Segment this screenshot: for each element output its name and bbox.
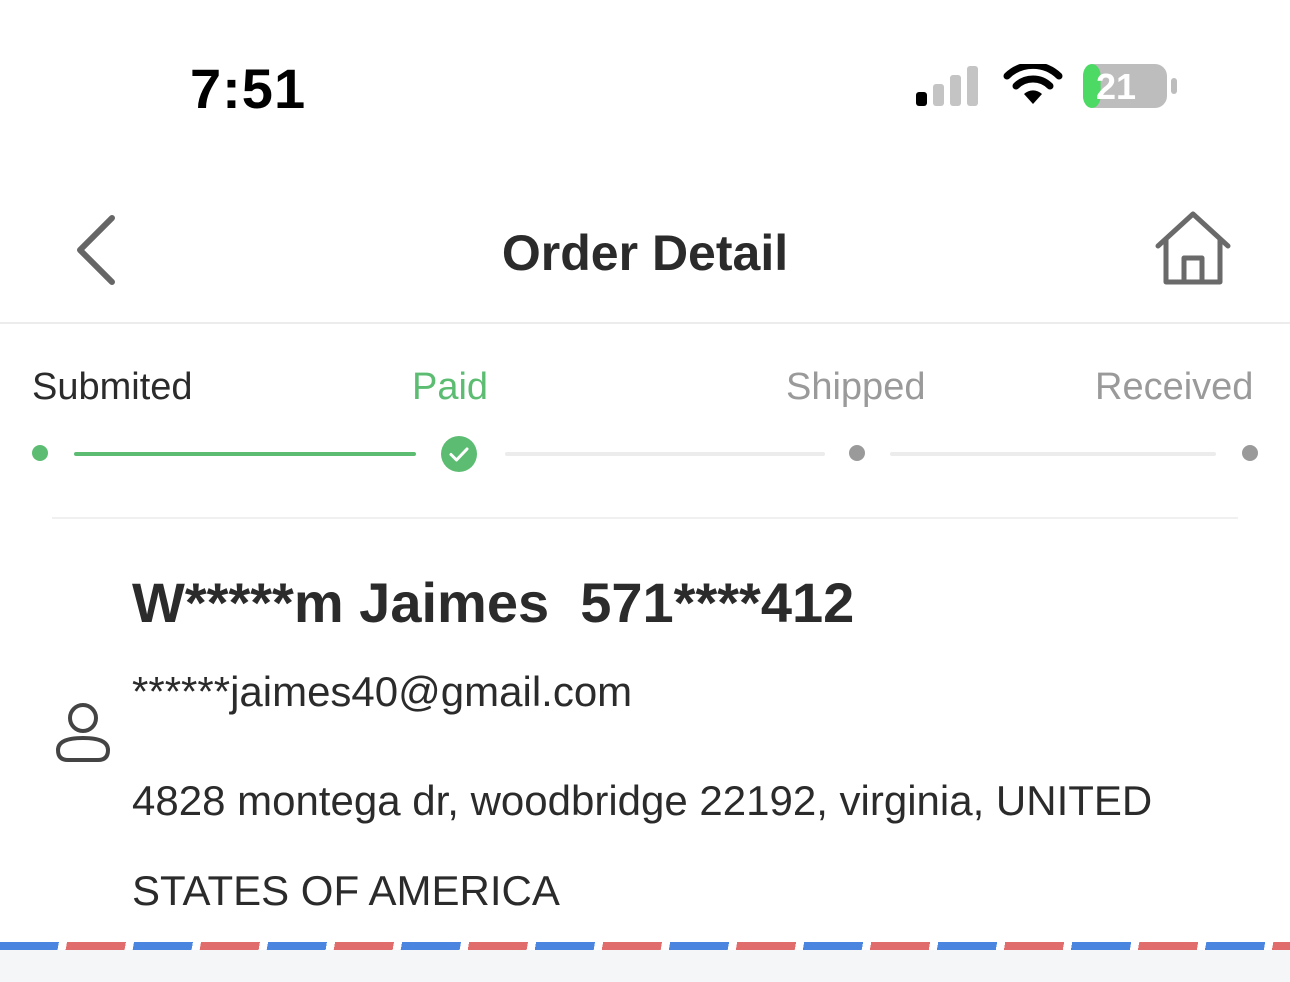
step-dot-shipped	[849, 445, 865, 461]
home-button[interactable]	[1152, 208, 1234, 290]
step-label-submitted: Submited	[32, 366, 193, 408]
status-time: 7:51	[190, 57, 307, 120]
wifi-icon	[1003, 64, 1063, 104]
progress-line-submitted-paid	[74, 452, 416, 456]
nav-divider	[0, 322, 1290, 324]
step-label-received: Received	[1095, 366, 1254, 408]
home-icon	[1155, 211, 1231, 285]
check-circle-icon	[441, 436, 477, 472]
contact-name: W*****m Jaimes	[132, 571, 550, 634]
person-icon	[55, 703, 111, 762]
section-divider	[52, 517, 1238, 519]
step-dot-received	[1242, 445, 1258, 461]
contact-phone: 571****412	[580, 571, 855, 634]
step-dot-submitted	[32, 445, 48, 461]
shipping-address: 4828 montega dr, woodbridge 22192, virgi…	[132, 777, 1153, 914]
contact-email: ******jaimes40@gmail.com	[132, 668, 633, 715]
contact-name-phone: W*****m Jaimes 571****412	[132, 570, 854, 635]
progress-line-paid-shipped	[505, 452, 825, 456]
step-label-paid: Paid	[412, 366, 489, 408]
order-detail-screen: 7:51 21 Order Detail Submited Paid Shipp…	[0, 0, 1290, 982]
progress-line-shipped-received	[890, 452, 1216, 456]
battery-percent: 21	[1096, 66, 1137, 107]
step-label-shipped: Shipped	[786, 366, 926, 408]
page-title: Order Detail	[501, 225, 789, 281]
cellular-signal-icon	[916, 66, 978, 106]
bottom-background	[0, 950, 1290, 982]
airmail-border	[0, 942, 1290, 950]
